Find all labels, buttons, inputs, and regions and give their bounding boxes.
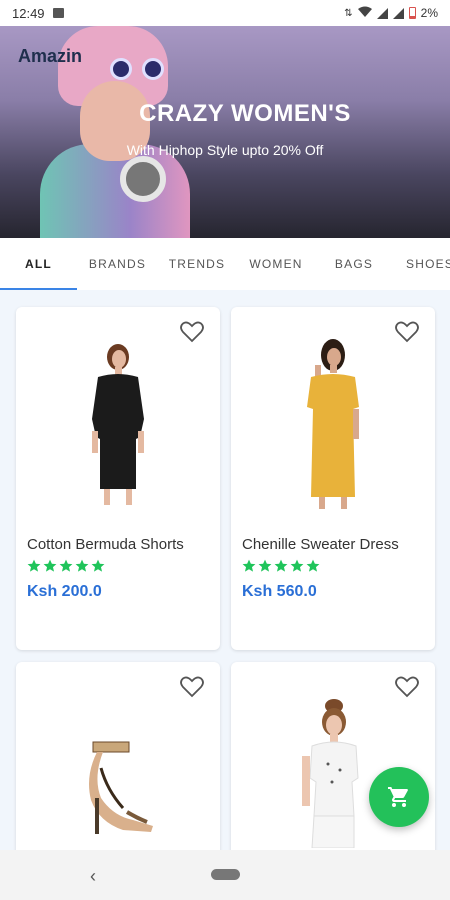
star-icon xyxy=(274,559,288,572)
category-tabs: ALL BRANDS TRENDS WOMEN BAGS SHOES xyxy=(0,238,450,290)
tab-brands[interactable]: BRANDS xyxy=(77,238,158,290)
product-image xyxy=(89,741,153,834)
status-time: 12:49 xyxy=(12,5,45,21)
cell-signal-2-icon xyxy=(392,7,404,19)
hero-subtitle: With Hiphop Style upto 20% Off xyxy=(126,142,324,158)
rating-stars xyxy=(27,559,105,573)
star-icon xyxy=(258,559,272,572)
star-icon xyxy=(75,559,89,572)
product-price: Ksh 560.0 xyxy=(242,583,317,600)
hero-title: CRAZY WOMEN'S xyxy=(139,100,351,127)
system-nav-bar: ‹ xyxy=(0,850,450,900)
status-bar: 12:49 ⇅ 2% xyxy=(0,0,450,26)
home-pill-button[interactable] xyxy=(211,869,240,880)
status-icons: ⇅ 2% xyxy=(344,6,438,20)
back-chevron-icon[interactable]: ‹ xyxy=(90,866,96,887)
tab-trends[interactable]: TRENDS xyxy=(158,238,236,290)
wifi-icon xyxy=(357,6,372,20)
product-name: Chenille Sweater Dress xyxy=(242,536,399,553)
rating-stars xyxy=(242,559,320,573)
star-icon xyxy=(290,559,304,572)
data-arrows-icon: ⇅ xyxy=(344,7,353,19)
shopping-cart-icon xyxy=(388,787,408,807)
tab-shoes[interactable]: SHOES xyxy=(392,238,450,290)
product-price: Ksh 200.0 xyxy=(27,583,102,600)
star-icon xyxy=(27,559,41,572)
heart-outline-icon[interactable] xyxy=(180,321,204,343)
product-image xyxy=(307,339,359,509)
brand-logo: Amazin xyxy=(18,46,83,66)
tab-women[interactable]: WOMEN xyxy=(236,238,316,290)
tab-all[interactable]: ALL xyxy=(0,238,77,290)
star-icon xyxy=(59,559,73,572)
product-image xyxy=(92,344,144,505)
cart-fab-button[interactable] xyxy=(369,767,429,827)
cell-signal-icon xyxy=(376,7,388,19)
tab-bags[interactable]: BAGS xyxy=(316,238,392,290)
star-icon xyxy=(43,559,57,572)
product-card[interactable] xyxy=(16,662,220,862)
product-image xyxy=(302,699,359,848)
product-name: Cotton Bermuda Shorts xyxy=(27,536,184,553)
hero-banner[interactable]: Amazin CRAZY WOMEN'S With Hiphop Style u… xyxy=(0,26,450,238)
battery-percent: 2% xyxy=(420,6,438,20)
heart-outline-icon[interactable] xyxy=(395,676,419,698)
heart-outline-icon[interactable] xyxy=(395,321,419,343)
product-card[interactable]: Cotton Bermuda Shorts Ksh 200.0 xyxy=(16,307,220,650)
star-icon xyxy=(91,559,105,572)
product-card[interactable] xyxy=(231,662,435,862)
heart-outline-icon[interactable] xyxy=(180,676,204,698)
image-notification-icon xyxy=(52,8,64,18)
product-card[interactable]: Chenille Sweater Dress Ksh 560.0 xyxy=(231,307,435,650)
battery-icon xyxy=(408,7,416,19)
star-icon xyxy=(306,559,320,572)
star-icon xyxy=(242,559,256,572)
